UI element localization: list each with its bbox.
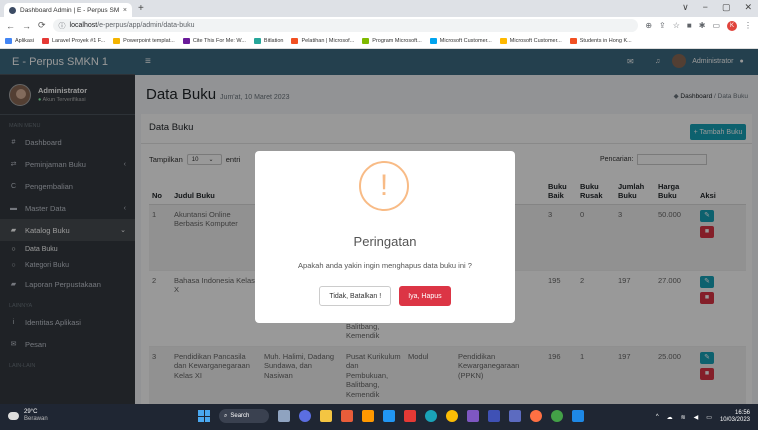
menu-kebab-icon[interactable]: ⋮	[744, 21, 752, 30]
weather-widget[interactable]: 29°C Berawan	[8, 409, 48, 423]
confirm-delete-dialog: ! Peringatan Apakah anda yakin ingin men…	[255, 151, 515, 323]
bookmark-favicon-icon	[499, 38, 507, 44]
bookmark-item[interactable]: Students in Hong K...	[569, 38, 632, 44]
taskbar-search[interactable]: ⌕ Search	[219, 409, 269, 423]
system-tray: ^ ☁ ≋ ◀ ▭ 16:56 10/03/2023	[656, 410, 750, 424]
tab-close-icon[interactable]: ×	[123, 7, 127, 14]
bookmark-item[interactable]: Powerpoint templat...	[113, 38, 175, 44]
bookmark-item[interactable]: Aplikasi	[5, 38, 34, 44]
reload-icon[interactable]: ⟳	[38, 20, 46, 31]
bookmark-label: Aplikasi	[15, 38, 34, 44]
bookmark-label: Students in Hong K...	[579, 38, 632, 44]
bookmark-label: Bitlation	[263, 38, 284, 44]
warning-icon: !	[359, 161, 409, 211]
clock[interactable]: 16:56 10/03/2023	[720, 410, 750, 424]
bookmark-favicon-icon	[569, 38, 577, 44]
weather-temp: 29°C	[24, 409, 38, 415]
bookmark-item[interactable]: Cite This For Me: W...	[182, 38, 246, 44]
bookmark-item[interactable]: Microsoft Customer...	[499, 38, 562, 44]
wifi-icon[interactable]: ≋	[681, 414, 686, 421]
cloud-icon[interactable]: ☁	[667, 414, 673, 421]
browser-tab[interactable]: Dashboard Admin | E - Perpus SMK ×	[4, 3, 132, 17]
battery-icon[interactable]: ▭	[706, 414, 712, 421]
bookmark-item[interactable]: Laravel Proyek #1 F...	[41, 38, 106, 44]
taskbar-search-label: Search	[230, 413, 250, 419]
bookmark-favicon-icon	[182, 38, 190, 44]
tab-title: Dashboard Admin | E - Perpus SMK	[20, 6, 119, 14]
back-icon[interactable]: ←	[6, 21, 15, 31]
bookmark-favicon-icon	[41, 38, 49, 44]
window-controls: ∨ − ▢ ✕	[682, 2, 752, 13]
profile-avatar[interactable]: K	[727, 20, 737, 31]
bookmark-label: Program Microsoft...	[372, 38, 422, 44]
sidepanel-icon[interactable]: ▭	[712, 21, 720, 30]
bookmark-label: Laravel Proyek #1 F...	[51, 38, 106, 44]
file-explorer-icon[interactable]	[320, 410, 332, 422]
maximize-button[interactable]: ▢	[722, 2, 731, 13]
bookmark-favicon-icon	[113, 38, 121, 44]
bookmark-label: Microsoft Customer...	[439, 38, 492, 44]
url-path: /e-perpus/app/admin/data-buku	[97, 22, 195, 29]
clock-date: 10/03/2023	[719, 417, 750, 423]
browser-tab-strip: Dashboard Admin | E - Perpus SMK × + ∨ −…	[0, 0, 758, 17]
app-icon[interactable]	[362, 410, 374, 422]
site-favicon-icon	[9, 6, 16, 14]
bookmarks-bar: Aplikasi Laravel Proyek #1 F... Powerpoint…	[0, 34, 758, 49]
edge-icon[interactable]	[425, 410, 437, 422]
app-icon[interactable]	[341, 410, 353, 422]
bookmark-favicon-icon	[429, 38, 437, 44]
app-icon[interactable]	[488, 410, 500, 422]
confirm-delete-button[interactable]: Iya, Hapus	[399, 286, 451, 306]
bookmark-favicon-icon	[5, 38, 12, 44]
dialog-message: Apakah anda yakin ingin menghapus data b…	[298, 261, 472, 270]
bookmark-label: Cite This For Me: W...	[192, 38, 246, 44]
bookmark-favicon-icon	[362, 38, 370, 44]
minimize-button[interactable]: −	[703, 2, 708, 13]
cloud-icon	[8, 412, 19, 420]
forward-icon[interactable]: →	[22, 21, 31, 31]
vscode-icon[interactable]	[467, 410, 479, 422]
new-tab-button[interactable]: +	[138, 3, 144, 14]
bookmark-item[interactable]: Bitlation	[253, 38, 284, 44]
address-bar[interactable]: ⓘ localhost/e-perpus/app/admin/data-buku	[52, 19, 639, 32]
bookmark-item[interactable]: Pelatihan | Microsof...	[291, 38, 354, 44]
weather-desc: Berawan	[24, 416, 48, 422]
search-icon: ⌕	[224, 412, 228, 419]
task-view-icon[interactable]	[278, 410, 290, 422]
chevron-up-icon[interactable]: ^	[656, 414, 659, 420]
volume-icon[interactable]: ◀	[694, 414, 699, 421]
windows-taskbar: 29°C Berawan ⌕ Search ^ ☁ ≋ ◀ ▭ 16:56 10…	[0, 404, 758, 430]
bookmark-label: Pelatihan | Microsof...	[301, 38, 355, 44]
app-icon[interactable]	[404, 410, 416, 422]
bookmark-favicon-icon	[253, 38, 261, 44]
app-icon[interactable]	[551, 410, 563, 422]
app-icon[interactable]	[572, 410, 584, 422]
bookmark-favicon-icon	[291, 38, 299, 44]
url-host: localhost	[69, 22, 98, 29]
bookmark-item[interactable]: Program Microsoft...	[362, 38, 422, 44]
dialog-title: Peringatan	[353, 234, 417, 249]
app-icon[interactable]	[509, 410, 521, 422]
browser-toolbar: ← → ⟳ ⓘ localhost/e-perpus/app/admin/dat…	[0, 17, 758, 34]
site-info-icon[interactable]: ⓘ	[59, 21, 66, 31]
app-icon[interactable]	[383, 410, 395, 422]
bookmark-star-icon[interactable]: ☆	[673, 21, 680, 30]
extensions-puzzle-icon[interactable]: ✱	[699, 21, 706, 30]
chrome-icon[interactable]	[446, 410, 458, 422]
app-icon[interactable]	[530, 410, 542, 422]
bookmark-label: Powerpoint templat...	[123, 38, 175, 44]
bookmark-item[interactable]: Microsoft Customer...	[429, 38, 492, 44]
close-window-button[interactable]: ✕	[744, 2, 752, 13]
cancel-button[interactable]: Tidak, Batalkan !	[319, 286, 392, 306]
zoom-icon[interactable]: ⊕	[645, 21, 652, 30]
bookmark-label: Microsoft Customer...	[509, 38, 562, 44]
tab-search-icon[interactable]: ∨	[682, 2, 689, 13]
windows-start-icon[interactable]	[198, 410, 210, 422]
share-icon[interactable]: ⇪	[659, 21, 666, 30]
clock-time: 16:56	[734, 410, 750, 416]
dialog-actions: Tidak, Batalkan ! Iya, Hapus	[255, 286, 515, 306]
taskbar-apps: ⌕ Search	[198, 409, 584, 423]
chat-icon[interactable]	[299, 410, 311, 422]
extension-icon[interactable]: ■	[687, 21, 692, 30]
